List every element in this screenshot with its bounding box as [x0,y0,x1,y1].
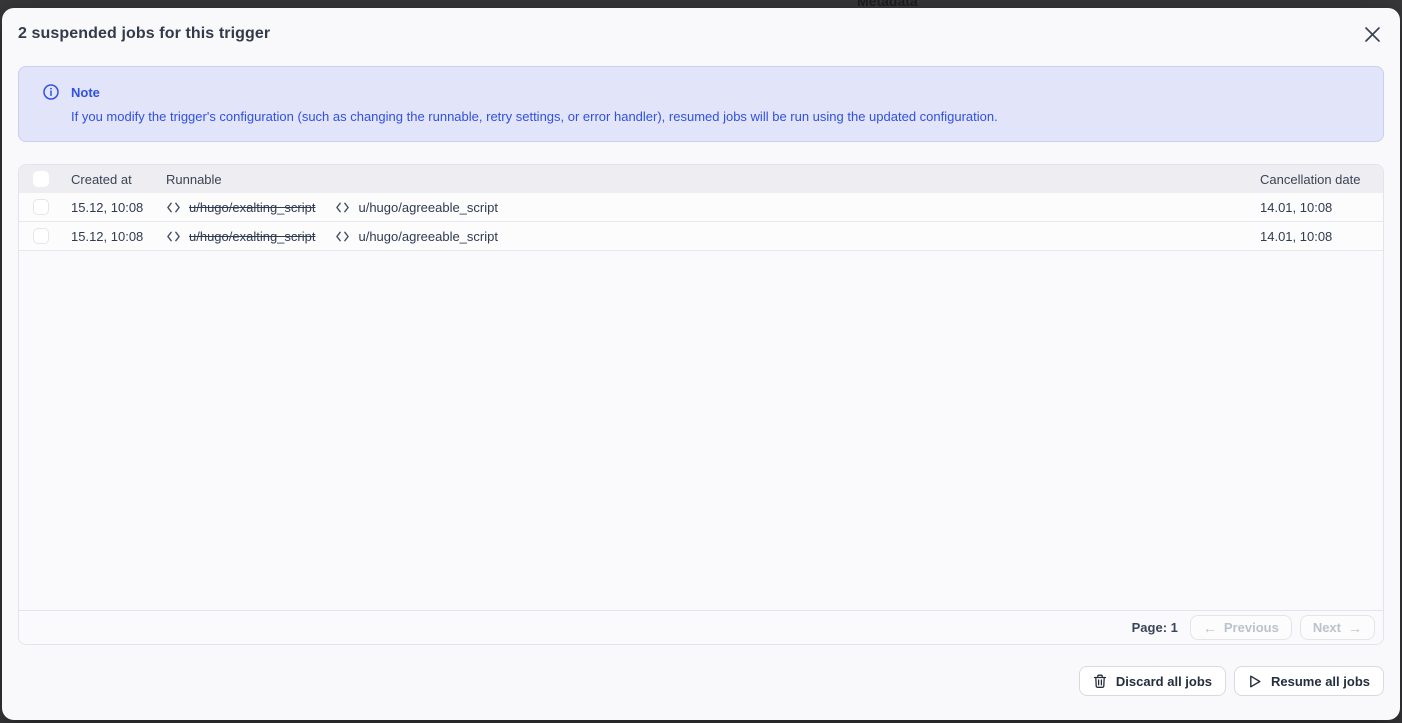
runnable-cell: u/hugo/exalting_script u/hugo/agreeable_… [166,200,1260,215]
current-runnable-path: u/hugo/agreeable_script [358,200,498,215]
previous-runnable-path: u/hugo/exalting_script [189,229,315,244]
code-icon [166,200,181,215]
previous-page-button[interactable]: ← Previous [1190,615,1292,640]
row-checkbox[interactable] [33,228,49,244]
cancellation-date-cell: 14.01, 10:08 [1260,200,1383,215]
previous-page-label: Previous [1224,620,1279,635]
next-page-label: Next [1313,620,1341,635]
table-header-row: Created at Runnable Cancellation date [19,165,1383,193]
page-indicator: Page: 1 [1132,620,1178,635]
row-checkbox[interactable] [33,199,49,215]
created-at-cell: 15.12, 10:08 [71,200,166,215]
modal-title: 2 suspended jobs for this trigger [18,25,270,43]
select-all-checkbox[interactable] [33,171,49,187]
table-row[interactable]: 15.12, 10:08 u/hugo/exalting_script u/hu… [19,193,1383,222]
info-icon [43,84,59,100]
modal-header: 2 suspended jobs for this trigger [2,8,1400,60]
pagination-bar: Page: 1 ← Previous Next → [19,610,1383,644]
column-header-created-at: Created at [71,172,166,187]
current-runnable-path: u/hugo/agreeable_script [358,229,498,244]
suspended-jobs-table: Created at Runnable Cancellation date 15… [18,164,1384,645]
column-header-runnable: Runnable [166,172,1260,187]
discard-all-jobs-label: Discard all jobs [1116,674,1212,689]
trash-icon [1093,674,1107,689]
note-body: If you modify the trigger's configuratio… [43,109,1359,125]
arrow-right-icon: → [1348,621,1362,635]
runnable-cell: u/hugo/exalting_script u/hugo/agreeable_… [166,229,1260,244]
suspended-jobs-modal: 2 suspended jobs for this trigger Note I… [2,8,1400,720]
arrow-left-icon: ← [1203,621,1217,635]
resume-all-jobs-button[interactable]: Resume all jobs [1234,666,1384,696]
note-title: Note [71,85,100,100]
note-banner: Note If you modify the trigger's configu… [18,66,1384,142]
created-at-cell: 15.12, 10:08 [71,229,166,244]
code-icon [335,200,350,215]
close-icon [1364,26,1381,43]
play-icon [1248,674,1262,689]
column-header-cancellation-date: Cancellation date [1260,172,1383,187]
modal-actions: Discard all jobs Resume all jobs [2,645,1400,696]
code-icon [166,229,181,244]
resume-all-jobs-label: Resume all jobs [1271,674,1370,689]
table-row[interactable]: 15.12, 10:08 u/hugo/exalting_script u/hu… [19,222,1383,251]
next-page-button[interactable]: Next → [1300,615,1375,640]
previous-runnable-path: u/hugo/exalting_script [189,200,315,215]
code-icon [335,229,350,244]
cancellation-date-cell: 14.01, 10:08 [1260,229,1383,244]
discard-all-jobs-button[interactable]: Discard all jobs [1079,666,1226,696]
table-empty-area [19,251,1383,610]
close-button[interactable] [1360,22,1384,46]
